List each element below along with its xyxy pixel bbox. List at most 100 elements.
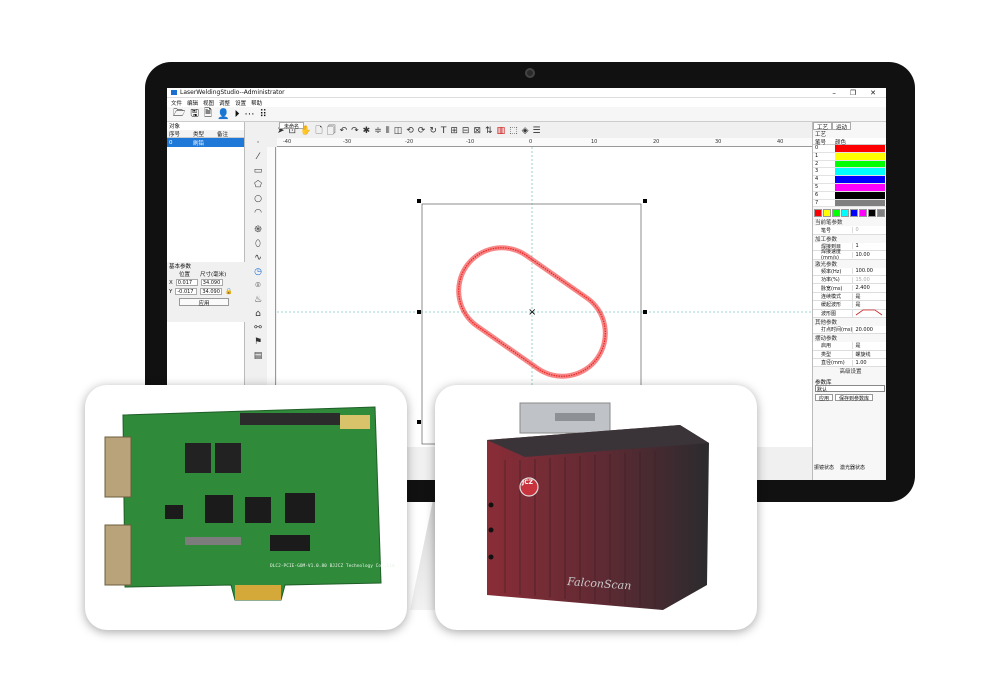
palette-swatch[interactable] — [814, 209, 822, 218]
grid-icon[interactable]: ⠿ — [259, 109, 266, 120]
x-size-input[interactable]: 34.090 — [200, 279, 223, 286]
palette-swatch[interactable] — [832, 209, 840, 218]
y-position-input[interactable]: -0.017 — [175, 288, 198, 295]
link-icon[interactable]: ⚯ — [254, 323, 262, 333]
tag-icon[interactable]: ⌂ — [255, 309, 261, 319]
circle-icon[interactable]: ○ — [254, 194, 262, 204]
weld-count-field[interactable]: 1 — [852, 243, 886, 250]
selection-handle[interactable] — [417, 420, 421, 424]
pulse-width-field[interactable]: 2.400 — [852, 285, 886, 292]
wobble-diameter-field[interactable]: 1.00 — [852, 359, 886, 366]
palette-swatch[interactable] — [868, 209, 876, 218]
page-icon[interactable]: 🗋 — [315, 123, 322, 139]
text-icon[interactable]: T — [441, 126, 447, 136]
maximize-button[interactable]: ❐ — [850, 89, 856, 97]
mirror-icon[interactable]: ◫ — [394, 126, 403, 136]
power-field[interactable]: 15.00 — [852, 276, 886, 283]
continuous-mode-field[interactable]: 是 — [852, 292, 886, 300]
redo-icon[interactable]: ↷ — [351, 126, 359, 136]
table-row[interactable]: 6 — [813, 191, 886, 200]
save-as-icon[interactable]: 🗎 — [204, 106, 212, 123]
menu-help[interactable]: 帮助 — [251, 99, 262, 107]
mark-icon[interactable]: ▥ — [497, 126, 506, 136]
tab-process[interactable]: 工艺 — [813, 122, 833, 131]
wobble-section[interactable]: 摆动参数 — [813, 334, 886, 342]
menu-adjust[interactable]: 调整 — [219, 99, 230, 107]
io-icon[interactable]: ▤ — [254, 351, 263, 361]
minimize-button[interactable]: – — [832, 89, 836, 97]
wave-icon[interactable]: ∿ — [254, 253, 262, 263]
wobble-type-field[interactable]: 螺旋线 — [852, 350, 886, 358]
camera-icon[interactable]: ⌾ — [255, 281, 260, 291]
weld-speed-field[interactable]: 10.00 — [852, 251, 886, 258]
wobble-enable-field[interactable]: 是 — [852, 342, 886, 350]
tab-motion[interactable]: 运动 — [832, 122, 852, 131]
table-row[interactable]: 0 — [813, 145, 886, 153]
lock-icon[interactable]: 🔒 — [225, 288, 232, 295]
open-folder-icon[interactable]: 🗁 — [173, 106, 185, 123]
selection-handle[interactable] — [643, 199, 647, 203]
palette-swatch[interactable] — [859, 209, 867, 218]
run-icon[interactable]: ⏵ — [234, 109, 239, 120]
palette-swatch[interactable] — [850, 209, 858, 218]
selection-handle[interactable] — [417, 310, 421, 314]
rotate-icon[interactable]: ↻ — [429, 126, 437, 136]
save-icon[interactable]: 🖫 — [190, 106, 199, 123]
tab-document[interactable]: 未命名 — [279, 122, 305, 130]
palette-swatch[interactable] — [823, 209, 831, 218]
user-icon[interactable]: 👤 — [217, 109, 229, 120]
frequency-field[interactable]: 100.00 — [852, 268, 886, 275]
advanced-settings-button[interactable]: 高级设置 — [813, 367, 886, 375]
table-row[interactable]: 1 — [813, 152, 886, 161]
selection-handle[interactable] — [417, 199, 421, 203]
polygon-icon[interactable]: ⬠ — [254, 180, 262, 190]
waveform-preview[interactable] — [852, 308, 886, 318]
array-icon[interactable]: ⊟ — [462, 126, 470, 136]
arc-icon[interactable]: ◠ — [254, 208, 262, 218]
x-position-input[interactable]: 0.017 — [175, 279, 198, 286]
menu-settings[interactable]: 设置 — [235, 99, 246, 107]
group-icon[interactable]: ⊠ — [473, 126, 481, 136]
align-h-icon[interactable]: ≑ — [374, 126, 382, 136]
process-section[interactable]: 加工参数 — [813, 235, 886, 243]
palette-swatch[interactable] — [877, 209, 885, 218]
align-v-icon[interactable]: ⦀ — [386, 126, 390, 136]
center-icon[interactable]: ✱ — [363, 126, 371, 136]
current-pen-section[interactable]: 当前笔参数 — [813, 218, 886, 226]
rectangle-icon[interactable]: ▭ — [254, 166, 263, 176]
spiral-icon[interactable]: ֍ — [254, 222, 261, 235]
apply-button[interactable]: 应用 — [179, 298, 229, 307]
page-copy-icon[interactable]: 🗍 — [327, 123, 336, 139]
point-icon[interactable]: · — [257, 138, 260, 148]
library-apply-button[interactable]: 应用 — [815, 394, 834, 402]
table-row[interactable]: 3 — [813, 168, 886, 177]
list-icon[interactable]: ☰ — [533, 126, 541, 136]
capsule-icon[interactable]: ⬯ — [255, 239, 261, 249]
close-button[interactable]: ✕ — [870, 89, 876, 97]
clock-icon[interactable]: ◷ — [254, 267, 262, 277]
step-icon[interactable]: ⋯ — [244, 109, 254, 120]
table-row[interactable]: 5 — [813, 183, 886, 192]
table-row[interactable]: 7 — [813, 199, 886, 208]
save-to-library-button[interactable]: 保存到参数库 — [835, 394, 874, 402]
other-section[interactable]: 其他参数 — [813, 318, 886, 326]
selection-handle[interactable] — [643, 310, 647, 314]
motion-icon[interactable]: ♨ — [254, 295, 262, 305]
line-icon[interactable]: ⁄ — [257, 152, 259, 162]
table-row[interactable]: 4 — [813, 176, 886, 184]
y-size-input[interactable]: 34.090 — [200, 288, 223, 295]
palette-swatch[interactable] — [841, 209, 849, 218]
distribute-icon[interactable]: ⊞ — [450, 126, 458, 136]
sort-icon[interactable]: ⇅ — [485, 126, 493, 136]
undo-icon[interactable]: ↶ — [340, 126, 348, 136]
red-light-icon[interactable]: ◈ — [522, 126, 529, 136]
select-frame-icon[interactable]: ⬚ — [509, 126, 518, 136]
param-library-select[interactable]: 默认 — [815, 385, 885, 393]
rotate-right-icon[interactable]: ⟳ — [418, 126, 426, 136]
table-row[interactable]: 0 刷铅 — [167, 138, 244, 147]
table-row[interactable]: 2 — [813, 160, 886, 169]
rotate-left-icon[interactable]: ⟲ — [406, 126, 414, 136]
flag-icon[interactable]: ⚑ — [254, 337, 262, 347]
spot-time-field[interactable]: 20.000 — [852, 326, 886, 333]
slow-start-field[interactable]: 是 — [852, 301, 886, 309]
